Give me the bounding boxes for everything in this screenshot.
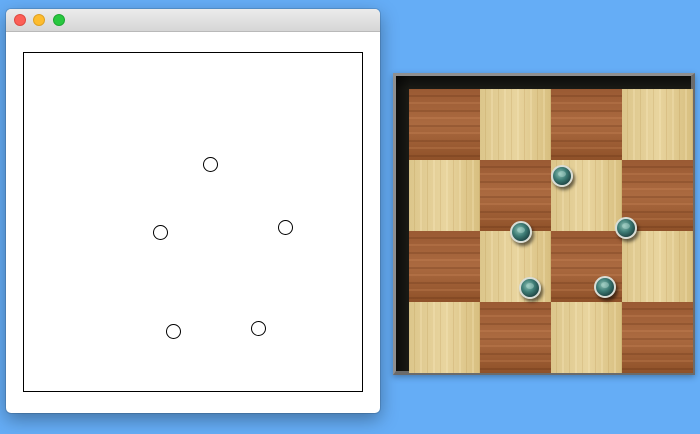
close-window-button[interactable] xyxy=(14,14,26,26)
board-square[interactable] xyxy=(480,89,551,160)
zoom-window-button[interactable] xyxy=(53,14,65,26)
board-square[interactable] xyxy=(409,302,480,373)
circle-marker xyxy=(202,156,218,172)
board-square[interactable] xyxy=(409,160,480,231)
board-frame xyxy=(393,73,695,375)
circle-marker xyxy=(250,320,266,336)
minimize-window-button[interactable] xyxy=(33,14,45,26)
window-titlebar[interactable] xyxy=(6,9,380,32)
circle-marker xyxy=(165,323,181,339)
game-piece[interactable] xyxy=(615,217,637,239)
board-square[interactable] xyxy=(409,231,480,302)
board-square[interactable] xyxy=(622,89,693,160)
app-window xyxy=(6,9,380,413)
board-square[interactable] xyxy=(622,231,693,302)
circle-marker xyxy=(277,219,293,235)
game-piece[interactable] xyxy=(519,277,541,299)
checkerboard[interactable] xyxy=(409,89,693,373)
board-square[interactable] xyxy=(409,89,480,160)
game-piece[interactable] xyxy=(510,221,532,243)
board-square[interactable] xyxy=(551,89,622,160)
marker-plot-canvas[interactable] xyxy=(23,52,363,392)
game-piece[interactable] xyxy=(594,276,616,298)
board-square[interactable] xyxy=(480,302,551,373)
board-square[interactable] xyxy=(622,302,693,373)
board-square[interactable] xyxy=(480,160,551,231)
game-piece[interactable] xyxy=(551,165,573,187)
circle-marker xyxy=(152,224,168,240)
board-square[interactable] xyxy=(551,302,622,373)
